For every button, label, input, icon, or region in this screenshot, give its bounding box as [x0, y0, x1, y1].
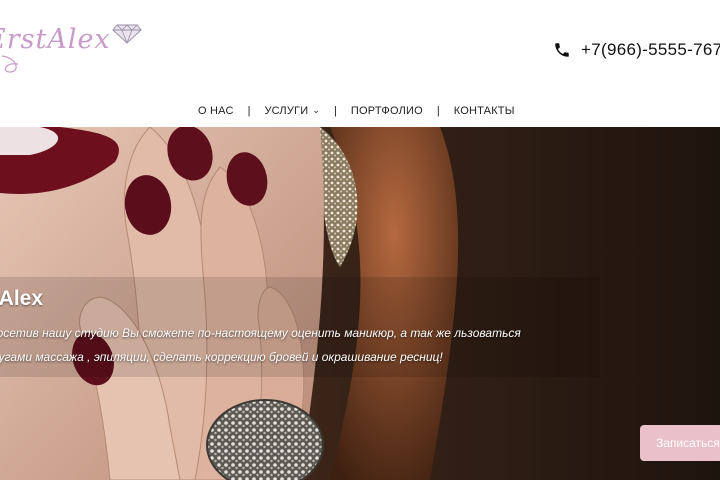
logo[interactable]: ErstAlex: [0, 14, 156, 76]
nav-separator: |: [334, 105, 337, 117]
nav-item-about[interactable]: О НАС: [198, 105, 234, 117]
nav-item-label: УСЛУГИ: [264, 105, 309, 117]
hero-background-image: [0, 127, 720, 480]
hero-title: stAlex: [0, 287, 44, 310]
nav-item-label: ПОРТФОЛИО: [350, 105, 423, 117]
nav-item-label: КОНТАКТЫ: [453, 105, 515, 117]
nav-item-label: О НАС: [198, 105, 234, 117]
book-appointment-button[interactable]: Записаться: [640, 425, 720, 461]
phone-icon: [555, 43, 569, 57]
hero-description: е посетив нашу студию Вы сможете по-наст…: [0, 326, 521, 364]
phone-contact[interactable]: +7(966)-5555-767: [553, 40, 720, 60]
phone-number: +7(966)-5555-767: [581, 40, 720, 59]
nav-item-services[interactable]: УСЛУГИ ⌄: [264, 105, 320, 117]
logo-flourish: [1, 55, 19, 73]
chevron-down-icon: ⌄: [312, 105, 321, 115]
nav-item-portfolio[interactable]: ПОРТФОЛИО: [351, 105, 423, 117]
nav-separator: |: [247, 105, 251, 117]
diamond-icon: [112, 24, 142, 44]
hero-banner: stAlex е посетив нашу студию Вы сможете …: [0, 127, 720, 480]
logo-text: ErstAlex: [0, 24, 111, 55]
nav-separator: |: [436, 105, 440, 117]
nav-item-contacts[interactable]: КОНТАКТЫ: [454, 105, 515, 117]
main-nav: О НАС | УСЛУГИ ⌄ | ПОРТФОЛИО | КОНТАКТЫ: [198, 103, 515, 119]
site-header: ErstAlex +7(966)-5555-767 О НАС | УСЛУГИ…: [0, 0, 720, 127]
